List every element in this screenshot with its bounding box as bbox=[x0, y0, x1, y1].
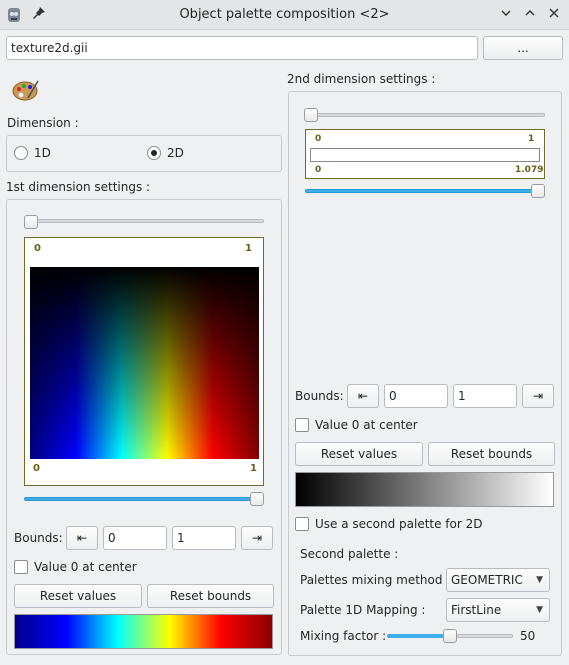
second-dim-reset-values-button[interactable]: Reset values bbox=[295, 442, 423, 466]
second-dim-bound-min-input[interactable]: 0 bbox=[384, 384, 448, 408]
first-dim-top-max: 1 bbox=[245, 243, 252, 254]
second-dim-min-bound-button[interactable]: ⇤ bbox=[347, 384, 379, 408]
first-dim-reset-bounds-button[interactable]: Reset bounds bbox=[147, 584, 274, 608]
second-dim-max-bound-button[interactable]: ⇥ bbox=[522, 384, 554, 408]
first-dim-value0-checkbox[interactable] bbox=[14, 560, 28, 574]
go-to-start-icon: ⇤ bbox=[357, 389, 369, 403]
second-dim-palette-image bbox=[310, 148, 540, 162]
first-dim-title: 1st dimension settings : bbox=[6, 180, 151, 194]
mapping-select[interactable]: FirstLine ▼ bbox=[446, 598, 550, 622]
window-title: Object palette composition <2> bbox=[179, 7, 390, 22]
second-palette-checkbox[interactable] bbox=[295, 517, 309, 531]
second-dim-bound-max-input[interactable]: 1 bbox=[453, 384, 517, 408]
second-dim-bottom-max: 1.079 bbox=[515, 165, 544, 175]
second-dim-top-max: 1 bbox=[528, 134, 535, 144]
second-dim-top-min: 0 bbox=[315, 134, 322, 144]
go-to-end-icon: ⇥ bbox=[532, 389, 544, 403]
mixing-factor-slider-fill bbox=[387, 634, 450, 638]
first-dim-top-slider-handle[interactable] bbox=[24, 215, 38, 229]
mixing-method-value: GEOMETRIC bbox=[451, 573, 523, 587]
browse-button[interactable]: ... bbox=[483, 36, 563, 60]
mapping-label: Palette 1D Mapping : bbox=[300, 603, 426, 617]
first-dim-palette-image-shade bbox=[30, 267, 259, 459]
second-dim-value0-label[interactable]: Value 0 at center bbox=[315, 418, 418, 432]
first-dim-min-bound-button[interactable]: ⇤ bbox=[66, 526, 98, 550]
mixing-method-select[interactable]: GEOMETRIC ▼ bbox=[446, 568, 550, 592]
second-dim-title: 2nd dimension settings : bbox=[287, 72, 436, 86]
close-button[interactable] bbox=[545, 6, 563, 24]
first-dim-value0-label[interactable]: Value 0 at center bbox=[34, 560, 137, 574]
mapping-value: FirstLine bbox=[451, 603, 502, 617]
radio-2d[interactable] bbox=[147, 146, 161, 160]
dimension-label: Dimension : bbox=[7, 116, 79, 130]
radio-1d[interactable] bbox=[14, 146, 28, 160]
maximize-button[interactable] bbox=[521, 6, 539, 24]
first-dim-bounds-label: Bounds: bbox=[14, 531, 63, 545]
first-dim-palette-bar bbox=[14, 614, 273, 649]
chevron-down-icon: ▼ bbox=[536, 605, 543, 615]
first-dim-max-bound-button[interactable]: ⇥ bbox=[241, 526, 273, 550]
first-dim-top-slider-track[interactable] bbox=[30, 219, 264, 223]
first-dim-bound-min-input[interactable]: 0 bbox=[103, 526, 167, 550]
second-dim-bottom-min: 0 bbox=[315, 165, 322, 175]
mixing-factor-label: Mixing factor : bbox=[300, 629, 387, 643]
mixing-method-label: Palettes mixing method : bbox=[300, 573, 451, 587]
second-dim-bounds-label: Bounds: bbox=[295, 389, 344, 403]
second-dim-top-slider-track[interactable] bbox=[310, 113, 545, 117]
radio-2d-label[interactable]: 2D bbox=[167, 146, 184, 160]
first-dim-top-min: 0 bbox=[34, 243, 41, 254]
mixing-factor-slider-handle[interactable] bbox=[443, 629, 457, 643]
second-palette-checkbox-label[interactable]: Use a second palette for 2D bbox=[315, 517, 483, 531]
first-dim-reset-values-button[interactable]: Reset values bbox=[14, 584, 142, 608]
first-dim-bottom-min: 0 bbox=[33, 463, 40, 474]
chevron-down-icon: ▼ bbox=[536, 575, 543, 585]
first-dim-bound-max-input[interactable]: 1 bbox=[172, 526, 236, 550]
first-dim-bottom-slider-track[interactable] bbox=[24, 497, 264, 501]
minimize-button[interactable] bbox=[497, 6, 515, 24]
go-to-end-icon: ⇥ bbox=[251, 531, 263, 545]
second-palette-heading: Second palette : bbox=[300, 547, 399, 561]
radio-1d-label[interactable]: 1D bbox=[34, 146, 51, 160]
first-dim-bottom-max: 1 bbox=[250, 463, 257, 474]
second-dim-bottom-slider-handle[interactable] bbox=[531, 184, 545, 198]
second-dim-value0-checkbox[interactable] bbox=[295, 418, 309, 432]
second-dim-top-slider-handle[interactable] bbox=[304, 108, 318, 122]
go-to-start-icon: ⇤ bbox=[76, 531, 88, 545]
file-path-input[interactable]: texture2d.gii bbox=[6, 36, 478, 60]
first-dim-bottom-slider-handle[interactable] bbox=[250, 492, 264, 506]
second-dim-palette-bar bbox=[295, 472, 554, 507]
palette-icon bbox=[12, 78, 40, 102]
mixing-factor-value: 50 bbox=[520, 629, 536, 643]
second-dim-reset-bounds-button[interactable]: Reset bounds bbox=[428, 442, 555, 466]
second-dim-bottom-slider-track[interactable] bbox=[305, 189, 545, 193]
